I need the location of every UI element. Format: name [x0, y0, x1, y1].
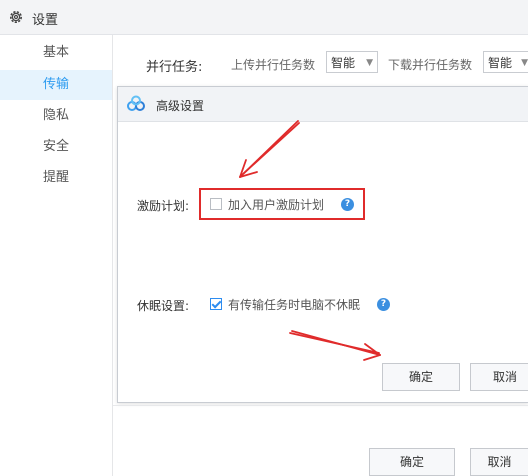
annotation-arrow-bottom: [289, 330, 381, 361]
annotation-arrow-top: [239, 120, 300, 178]
annotation-arrows: [239, 120, 381, 361]
